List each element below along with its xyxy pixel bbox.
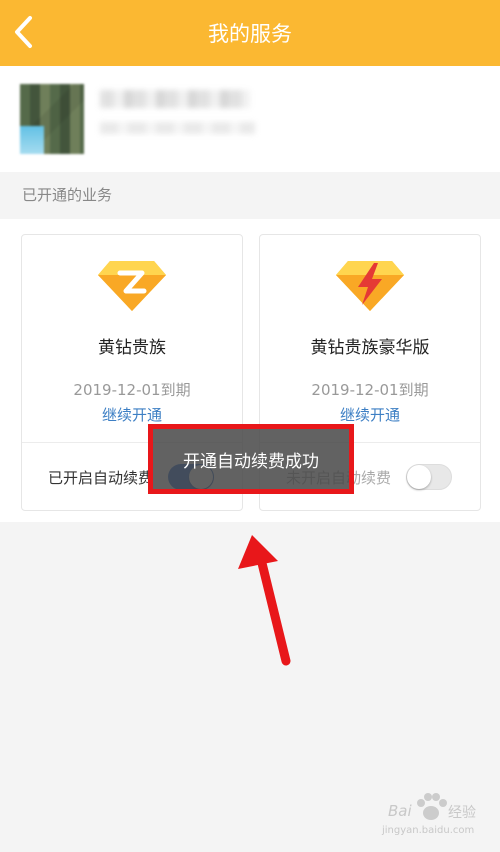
auto-renew-toggle[interactable] xyxy=(406,464,452,490)
toggle-knob xyxy=(407,465,431,489)
yellow-diamond-lightning-icon xyxy=(336,261,404,311)
watermark-suffix: 经验 xyxy=(448,805,476,821)
chevron-left-icon xyxy=(15,16,32,48)
paw-icon xyxy=(417,793,447,820)
auto-renew-label: 已开启自动续费 xyxy=(48,469,154,487)
service-expiry: 2019-12-01到期 xyxy=(311,381,429,399)
service-expiry: 2019-12-01到期 xyxy=(73,381,191,399)
success-toast: 开通自动续费成功 xyxy=(148,424,354,494)
back-button[interactable] xyxy=(8,12,38,52)
service-name: 黄钻贵族 xyxy=(98,338,166,358)
watermark: Bai 经验 jingyan.baidu.com xyxy=(378,792,494,842)
watermark-brand: Bai xyxy=(388,802,412,820)
section-label: 已开通的业务 xyxy=(22,186,113,204)
service-name: 黄钻贵族豪华版 xyxy=(310,338,430,358)
red-arrow-annotation xyxy=(238,535,291,666)
blurred-username xyxy=(100,90,250,108)
profile-section xyxy=(0,66,500,172)
renew-link[interactable]: 继续开通 xyxy=(260,404,480,425)
renew-link[interactable]: 继续开通 xyxy=(22,404,242,425)
blurred-account-info xyxy=(100,122,255,134)
avatar xyxy=(20,84,84,154)
watermark-url: jingyan.baidu.com xyxy=(382,825,475,836)
header-bar: 我的服务 xyxy=(0,0,500,66)
page-title: 我的服务 xyxy=(208,22,292,46)
yellow-diamond-z-icon xyxy=(98,261,166,311)
